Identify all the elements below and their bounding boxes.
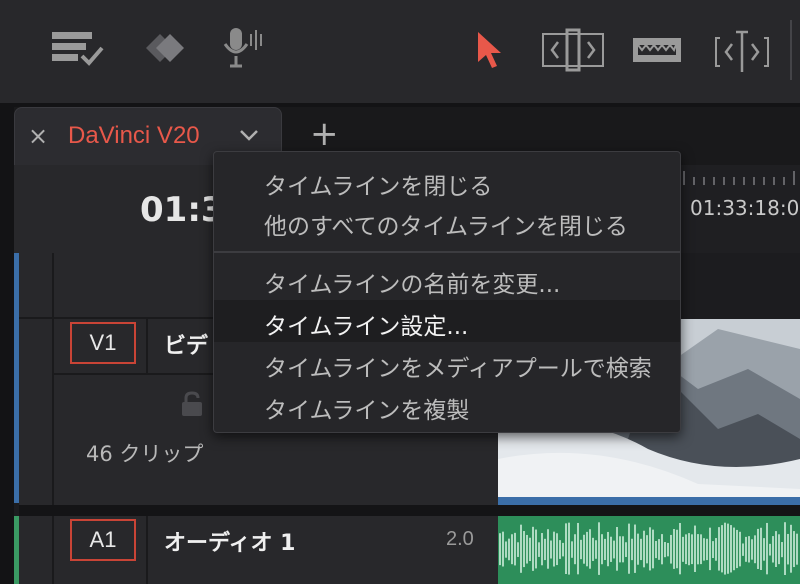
- track-badge-v1[interactable]: V1: [70, 322, 136, 364]
- left-gutter: [0, 107, 14, 584]
- ruler-timecode: 01:33:18:00: [690, 196, 800, 220]
- timecode-display: 01:3: [140, 190, 225, 230]
- menu-item-timeline-settings[interactable]: タイムライン設定...: [264, 307, 468, 341]
- menu-item-close-timeline[interactable]: タイムラインを閉じる: [264, 167, 492, 201]
- video-clip-bar: [498, 497, 800, 505]
- trim-edit-icon[interactable]: [540, 28, 606, 72]
- audio-clip-waveform[interactable]: [498, 516, 800, 584]
- track-header-divider: [146, 516, 148, 584]
- menu-item-duplicate-timeline[interactable]: タイムラインを複製: [264, 391, 469, 425]
- chevron-down-icon[interactable]: [238, 124, 260, 150]
- menu-separator: [214, 251, 680, 253]
- clip-count: 46 クリップ: [86, 442, 204, 466]
- ruler-ticks: [680, 165, 800, 189]
- tab-close-button[interactable]: ×: [28, 122, 48, 150]
- mic-voiceover-icon[interactable]: [220, 24, 268, 72]
- blade-razor-icon[interactable]: [630, 34, 684, 66]
- menu-item-find-in-media-pool[interactable]: タイムラインをメディアプールで検索: [264, 349, 652, 383]
- audio-track-level: 2.0: [446, 528, 474, 550]
- menu-item-close-other-timelines[interactable]: 他のすべてのタイムラインを閉じる: [264, 207, 628, 241]
- track-separator: [19, 505, 800, 516]
- add-timeline-tab-button[interactable]: +: [310, 114, 339, 154]
- diamond-keyframe-icon[interactable]: [132, 28, 190, 68]
- menu-item-rename-timeline[interactable]: タイムラインの名前を変更...: [264, 265, 560, 299]
- tab-title[interactable]: DaVinci V20: [68, 122, 200, 150]
- video-track-name[interactable]: ビデ: [164, 328, 208, 360]
- pointer-select-icon[interactable]: [474, 30, 504, 70]
- track-header-divider: [146, 319, 148, 375]
- timeline-options-icon[interactable]: [50, 26, 106, 70]
- track-header-divider: [52, 516, 54, 584]
- audio-track-name[interactable]: オーディオ 1: [164, 525, 295, 557]
- track-header-divider: [52, 253, 54, 505]
- track-badge-a1[interactable]: A1: [70, 519, 136, 561]
- dynamic-trim-icon[interactable]: [712, 28, 772, 74]
- toolbar-divider: [790, 20, 792, 80]
- lock-icon[interactable]: [178, 390, 206, 422]
- toolbar: [0, 0, 800, 103]
